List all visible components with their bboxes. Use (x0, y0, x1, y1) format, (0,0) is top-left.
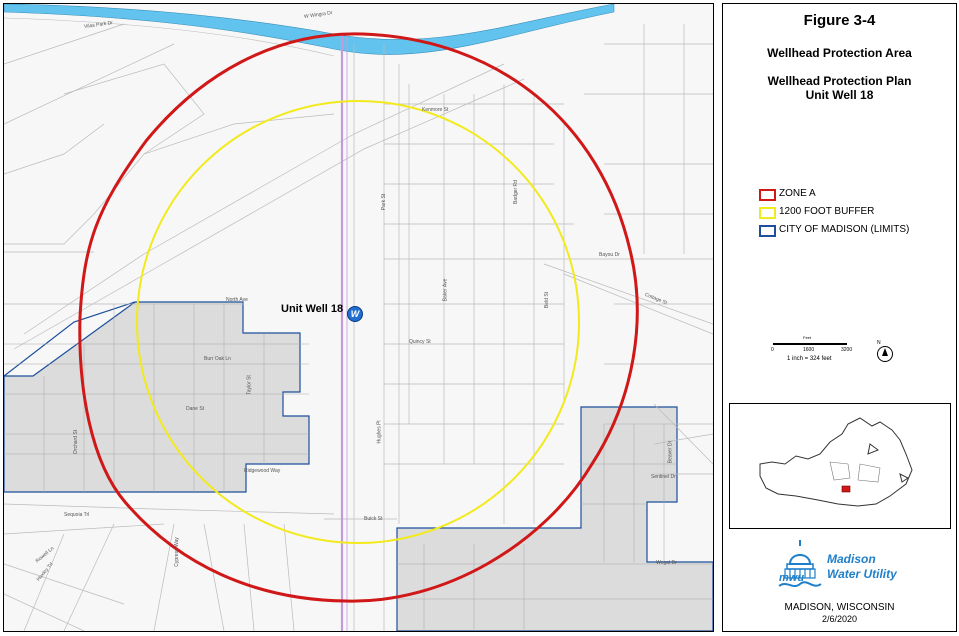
map-label-north-ave: North Ave (226, 297, 248, 303)
map-label-cypress: Cypress Way (173, 537, 180, 567)
legend-label: ZONE A (779, 188, 816, 199)
river (4, 4, 615, 55)
footer-location: MADISON, WISCONSIN (784, 602, 895, 613)
zone-a-swatch-icon (759, 189, 776, 201)
map-label-quincy: Quincy St (409, 339, 431, 345)
logo-line1: Madison (827, 552, 876, 566)
map-label-badger: Badger Rd (512, 180, 519, 204)
map-label-park: Park St (381, 193, 388, 211)
well-symbol: W (350, 309, 360, 319)
map-label-dane: Dane St (186, 406, 205, 412)
scale-ratio: 1 inch = 324 feet (787, 356, 832, 362)
north-arrow-label: N (877, 340, 881, 346)
map-label-buick: Buick St (364, 516, 383, 522)
scale-tick-1: 1600 (803, 347, 815, 353)
capitol-dome-icon (778, 540, 822, 587)
map-label-beld: Beld St (544, 291, 551, 309)
scale-unit: Feet (803, 335, 812, 340)
map-label-wegal: Wegal Dr (656, 560, 677, 566)
map-label-bayou: Bayou Dr (599, 252, 620, 258)
map-label-baker: Baker Ave (442, 278, 449, 302)
well-label: Unit Well 18 (281, 303, 344, 315)
logo-line2: Water Utility (827, 567, 897, 581)
map-label-taylor: Taylor St (246, 375, 253, 395)
buffer-swatch-icon (759, 207, 776, 219)
map-label-ridgewood: Ridgewood Way (244, 468, 281, 474)
map-label-sequoia: Sequoia Trl (64, 512, 90, 518)
city-area-southeast (396, 406, 713, 631)
inset-locator-map[interactable] (729, 403, 951, 529)
logo-initials: mwu (779, 572, 805, 584)
legend-panel: Figure 3-4 Wellhead Protection Area Well… (722, 3, 957, 632)
well-location-marker (841, 485, 851, 493)
north-arrow-icon: N (877, 340, 893, 362)
plan-title: Wellhead Protection Plan (767, 74, 912, 88)
scale-tick-0: 0 (771, 347, 774, 353)
map-label-sentinel: Sentinel Dr (651, 474, 676, 480)
map-label-burr-oak: Burr Oak Ln (204, 356, 231, 362)
city-outline (759, 417, 913, 507)
map-label-orchard: Orchard St (73, 429, 80, 455)
scale-bar: Feet 0 1600 3200 1 inch = 324 feet (771, 335, 853, 362)
plan-subtitle: Unit Well 18 (805, 88, 874, 102)
map-frame[interactable]: W Wingra Dr Vilas Park Dr Kenmore St Nor… (3, 3, 714, 632)
city-area-west (4, 301, 310, 493)
footer-date: 2/6/2020 (821, 614, 858, 624)
figure-title: Wellhead Protection Area (767, 46, 912, 60)
map-label-kenmore: Kenmore St (422, 107, 449, 113)
figure-number: Figure 3-4 (803, 12, 876, 29)
scale-tick-2: 3200 (841, 347, 853, 353)
legend-label: CITY OF MADISON (LIMITS) (779, 224, 910, 235)
legend-label: 1200 FOOT BUFFER (779, 206, 875, 217)
well-icon[interactable]: W (347, 306, 363, 322)
map-label-hughes: Hughes Pl (376, 420, 383, 444)
map-label-beaver: Beaver Dr (667, 440, 674, 464)
city-limits-swatch-icon (759, 225, 776, 237)
utility-logo: Madison Water Utility mwu (775, 536, 925, 596)
